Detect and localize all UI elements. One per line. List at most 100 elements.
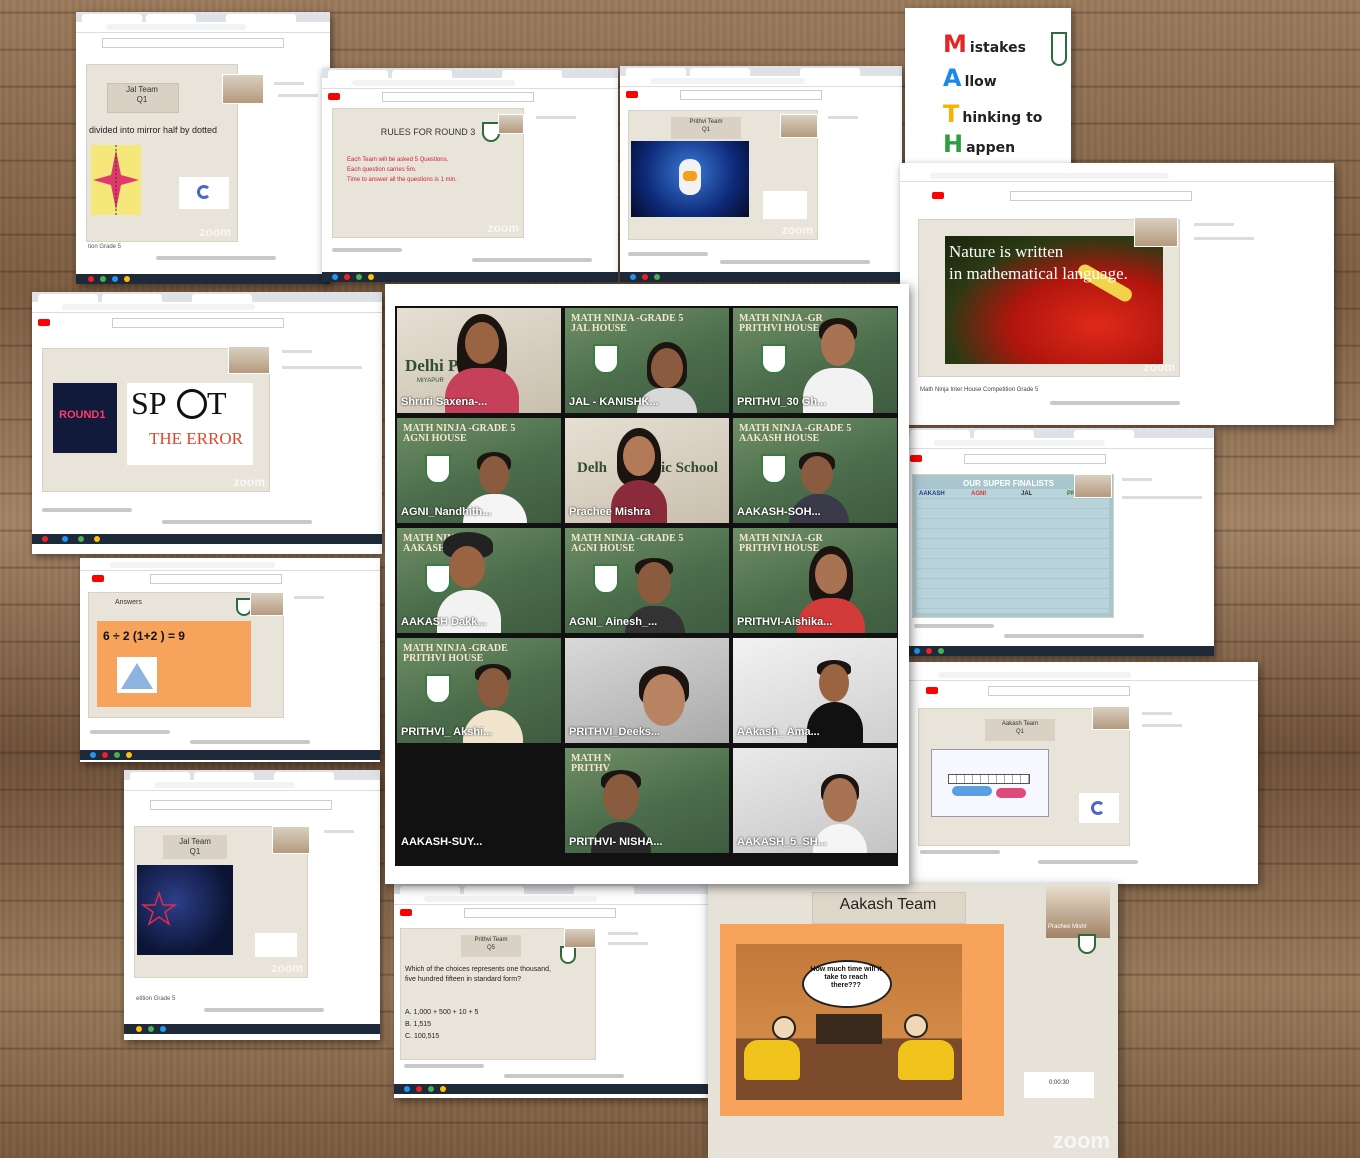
address-bar[interactable]	[32, 302, 382, 313]
participant-name: AGNI_ Ainesh_...	[569, 616, 658, 628]
participant-tile[interactable]: MATH NINJA -GRADE 5 AGNI HOUSE AGNI_Nandh…	[397, 418, 561, 523]
participant-name: PRITHVI_30 Gh...	[737, 396, 827, 408]
column-agni: AGNI	[971, 491, 986, 497]
youtube-logo-icon	[328, 93, 340, 100]
loading-spinner-icon	[179, 177, 229, 209]
measurement-question	[931, 749, 1049, 817]
tile-banner: MATH NINJA -GRADE 5 AGNI HOUSE	[403, 423, 516, 444]
the-error-text: THE ERROR	[149, 429, 243, 448]
participant-name: AAKASH-SOH...	[737, 506, 821, 518]
participant-tile[interactable]: MATH NINJA -GRADE 5 JAL HOUSE JAL - KANIS…	[565, 308, 729, 413]
participant-tile[interactable]: MATH N PRITHV PRITHVI- NISHA...	[565, 748, 729, 853]
zoom-watermark: zoom	[781, 223, 813, 237]
participant-tile[interactable]: PRITHVI_Deeks...	[565, 638, 729, 743]
zoom-watermark: zoom	[1143, 360, 1175, 374]
zoom-gallery-view: Delhi P MIYAPUR Shruti Saxena-... MATH N…	[385, 284, 909, 884]
live-chat-panel	[1138, 710, 1238, 840]
screenshot-spot-the-error: ROUND1 SP T THE ERROR zoom	[32, 292, 382, 554]
triangle-figure	[117, 657, 157, 693]
timer-text: 0:00:30	[1048, 1080, 1070, 1086]
poster-letter-t: T	[943, 100, 960, 128]
participant-name: PRITHVI_ Akshi...	[401, 726, 493, 738]
question-number: Q1	[189, 847, 201, 856]
windows-taskbar	[80, 750, 380, 760]
equation-panel: 6 ÷ 2 (1+2 ) = 9	[97, 621, 251, 707]
participant-tile[interactable]: MATH NINJA -GR PRITHVI HOUSE PRITHVI-Aish…	[733, 528, 897, 633]
address-bar[interactable]	[124, 780, 380, 791]
school-banner: Delh	[577, 460, 607, 476]
presenter-thumbnail	[780, 114, 818, 138]
zoom-watermark: zoom	[199, 225, 231, 239]
magnifier-icon	[177, 389, 207, 419]
school-banner-sub: ic School	[661, 460, 719, 476]
address-bar[interactable]	[908, 670, 1258, 681]
spot-word-part1: SP	[131, 385, 167, 421]
youtube-logo-icon	[400, 909, 412, 916]
windows-taskbar	[124, 1024, 380, 1034]
team-label: Prithvi Team	[474, 937, 508, 943]
screenshot-nature-quote: Nature is written in mathematical langua…	[900, 163, 1334, 425]
tile-banner: MATH NINJA -GRADE 5 AGNI HOUSE	[571, 533, 684, 554]
quote-line-1: Nature is written	[949, 242, 1064, 261]
participant-tile[interactable]: AAKASH-SUY...	[397, 748, 561, 853]
participant-tile[interactable]: MATH NINJA -GRADE 5 AGNI HOUSE AGNI_ Aine…	[565, 528, 729, 633]
youtube-logo-icon	[932, 192, 944, 199]
address-bar[interactable]	[322, 78, 618, 89]
presenter-thumbnail	[498, 114, 524, 134]
address-bar[interactable]	[394, 894, 708, 905]
spot-the-error-title: SP T THE ERROR	[127, 383, 253, 465]
column-aakash: AAKASH	[919, 491, 945, 497]
address-bar[interactable]	[904, 438, 1214, 449]
participant-tile[interactable]: AAKASH_5_SH...	[733, 748, 897, 853]
team-label: Aakash Team	[1001, 721, 1039, 727]
school-crest-icon	[425, 674, 451, 704]
participant-name: AAKASH_5_SH...	[737, 836, 827, 848]
poster-word-t: hinking to	[962, 110, 1043, 126]
participant-tile[interactable]: Delhi P MIYAPUR Shruti Saxena-...	[397, 308, 561, 413]
video-footer: etition Grade 5	[136, 996, 176, 1002]
poster-row-m: Mistakes	[943, 30, 1026, 58]
presenter-thumbnail	[228, 346, 270, 374]
presenter-thumbnail	[272, 826, 310, 854]
question-number: Q1	[136, 95, 148, 104]
address-bar[interactable]	[620, 76, 902, 87]
speech-bubble-text: How much time will it take to reach ther…	[810, 966, 882, 989]
participant-tile[interactable]: MATH NINJA -GRADE 5 AAKASH HOUSE AAKASH-S…	[733, 418, 897, 523]
gallery-grid: Delhi P MIYAPUR Shruti Saxena-... MATH N…	[395, 306, 898, 866]
cartoon-frame: How much time will it take to reach ther…	[720, 924, 1004, 1116]
character-right	[904, 1014, 928, 1038]
school-crest-icon	[761, 344, 787, 374]
browser-tabbar	[76, 12, 330, 22]
youtube-logo-icon	[926, 687, 938, 694]
windows-taskbar	[904, 646, 1214, 656]
live-chat-panel	[824, 112, 900, 232]
screenshot-rules-round3: RULES FOR ROUND 3 Each Team will be aske…	[322, 68, 618, 282]
participant-name: AGNI_Nandhith...	[401, 506, 492, 518]
tile-banner: MATH NINJA -GR PRITHVI HOUSE	[739, 313, 823, 334]
team-label: Jal Team	[179, 837, 211, 846]
option-a: A. 1,000 + 500 + 10 + 5	[405, 1009, 479, 1016]
live-chat-panel	[278, 348, 378, 488]
address-bar[interactable]	[80, 560, 380, 571]
participant-tile[interactable]: Delh ic School Prachee Mishra	[565, 418, 729, 523]
participant-name: Prachee Mishra	[569, 506, 651, 518]
answer-box	[255, 933, 297, 957]
screenshot-aakash-team-cartoon: Aakash Team How much time will it take t…	[708, 884, 1118, 1158]
participant-name: AAKASH Dakk...	[401, 616, 487, 628]
participant-tile[interactable]: MATH NIN AAKASH H AAKASH Dakk...	[397, 528, 561, 633]
finalists-title: OUR SUPER FINALISTS	[963, 479, 1055, 488]
slide-title: Answers	[115, 599, 142, 606]
school-crest-icon	[1051, 32, 1067, 66]
question-number: Q1	[701, 127, 710, 133]
participant-name: PRITHVI_Deeks...	[569, 726, 661, 738]
windows-taskbar	[394, 1084, 708, 1094]
participant-tile[interactable]: MATH NINJA -GR PRITHVI HOUSE PRITHVI_30 G…	[733, 308, 897, 413]
participant-tile[interactable]: AAkash_ Ama...	[733, 638, 897, 743]
address-bar[interactable]	[76, 22, 330, 33]
loading-spinner-icon	[1079, 793, 1119, 823]
participant-tile[interactable]: MATH NINJA -GRADE PRITHVI HOUSE PRITHVI_ …	[397, 638, 561, 743]
rule-3: Time to answer all the questions is 1 mi…	[347, 177, 457, 183]
school-crest-icon	[1078, 934, 1096, 954]
address-bar[interactable]	[900, 171, 1334, 182]
poster-row-t: Thinking to	[943, 100, 1042, 128]
